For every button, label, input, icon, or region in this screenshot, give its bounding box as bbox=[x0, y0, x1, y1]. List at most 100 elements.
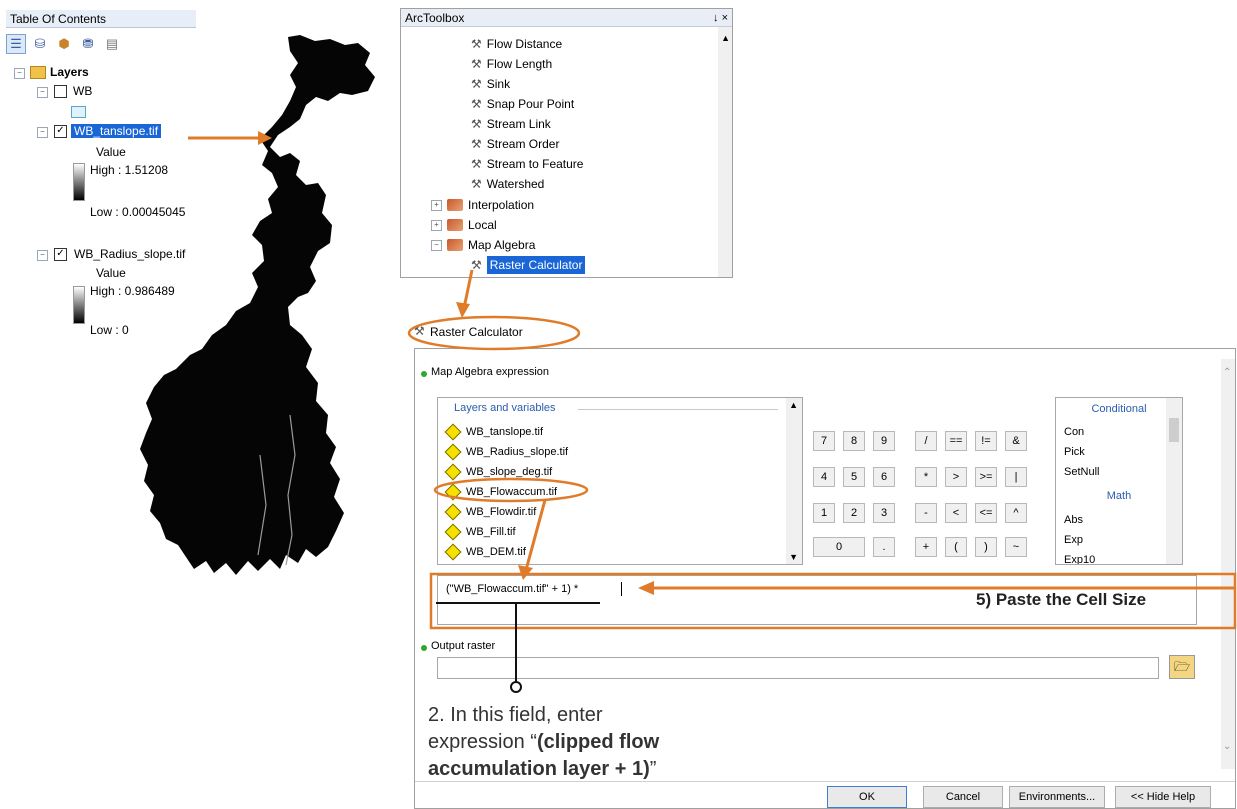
scroll-up-icon[interactable]: ▲ bbox=[721, 33, 730, 43]
key-plus[interactable]: + bbox=[915, 537, 937, 557]
pin-close-icon[interactable]: ↓ × bbox=[713, 9, 728, 27]
scroll-up-icon[interactable]: ▲ bbox=[789, 400, 798, 410]
output-raster-input[interactable] bbox=[437, 657, 1159, 679]
key-not[interactable]: ~ bbox=[1005, 537, 1027, 557]
tool-stream-order[interactable]: ⚒ Stream Order bbox=[471, 135, 559, 153]
raster-layer-icon bbox=[444, 423, 462, 441]
tanslope-color-ramp bbox=[73, 163, 85, 201]
function-item[interactable]: Abs bbox=[1064, 510, 1083, 530]
tool-stream-to-feature[interactable]: ⚒ Stream to Feature bbox=[471, 155, 583, 173]
expression-text: ("WB_Flowaccum.tif" + 1) * bbox=[446, 583, 579, 595]
layer-tanslope-checkbox[interactable]: ✓ bbox=[54, 125, 67, 138]
tool-flow-distance[interactable]: ⚒ Flow Distance bbox=[471, 35, 562, 53]
tool-flow-length[interactable]: ⚒ Flow Length bbox=[471, 55, 552, 73]
tanslope-legend-title: Value bbox=[96, 145, 126, 159]
key-decimal[interactable]: . bbox=[873, 537, 895, 557]
cancel-button[interactable]: Cancel bbox=[923, 786, 1003, 808]
layer-wb-expander-icon[interactable]: − bbox=[37, 87, 48, 98]
layers-and-variables-list[interactable]: Layers and variables WB_tanslope.tif WB_… bbox=[437, 397, 803, 565]
hide-help-button[interactable]: << Hide Help bbox=[1115, 786, 1211, 808]
toolset-map-algebra[interactable]: − Map Algebra bbox=[431, 236, 535, 254]
tool-sink[interactable]: ⚒ Sink bbox=[471, 75, 510, 93]
key-close-paren[interactable]: ) bbox=[975, 537, 997, 557]
options-icon[interactable]: ▤ bbox=[102, 34, 122, 54]
minus-expander-icon[interactable]: − bbox=[431, 239, 442, 251]
scroll-down-icon[interactable]: ▼ bbox=[789, 552, 798, 562]
key-open-paren[interactable]: ( bbox=[945, 537, 967, 557]
arctoolbox-window: ArcToolbox ↓ × ▲ ⚒ Flow Distance ⚒ Flow Le… bbox=[400, 8, 733, 278]
key-0[interactable]: 0 bbox=[813, 537, 865, 557]
key-and[interactable]: & bbox=[1005, 431, 1027, 451]
required-dot-icon bbox=[421, 645, 427, 651]
key-4[interactable]: 4 bbox=[813, 467, 835, 487]
key-minus[interactable]: - bbox=[915, 503, 937, 523]
list-by-selection-icon[interactable]: ⛃ bbox=[78, 34, 98, 54]
radius-color-ramp bbox=[73, 286, 85, 324]
toolset-icon bbox=[447, 239, 463, 251]
dialog-scrollbar[interactable] bbox=[1221, 359, 1235, 769]
plus-expander-icon[interactable]: + bbox=[431, 199, 442, 211]
key-9[interactable]: 9 bbox=[873, 431, 895, 451]
layer-radius-expander-icon[interactable]: − bbox=[37, 250, 48, 261]
scroll-down-icon[interactable]: ⌄ bbox=[1223, 741, 1231, 752]
radius-low-value: Low : 0 bbox=[90, 323, 129, 337]
key-3[interactable]: 3 bbox=[873, 503, 895, 523]
key-multiply[interactable]: * bbox=[915, 467, 937, 487]
list-item[interactable]: WB_DEM.tif bbox=[444, 542, 526, 562]
arctoolbox-title: ArcToolbox bbox=[405, 11, 465, 25]
function-list[interactable]: Conditional Con Pick SetNull Math Abs Ex… bbox=[1055, 397, 1183, 565]
raster-layer-icon bbox=[444, 523, 462, 541]
key-2[interactable]: 2 bbox=[843, 503, 865, 523]
list-item[interactable]: WB_Fill.tif bbox=[444, 522, 516, 542]
list-by-drawing-order-icon[interactable]: ☰ bbox=[6, 34, 26, 54]
key-6[interactable]: 6 bbox=[873, 467, 895, 487]
environments-button[interactable]: Environments... bbox=[1009, 786, 1105, 808]
list-by-visibility-icon[interactable]: ⬢ bbox=[54, 34, 74, 54]
key-divide[interactable]: / bbox=[915, 431, 937, 451]
toolset-interpolation[interactable]: + Interpolation bbox=[431, 196, 534, 214]
required-dot-icon bbox=[421, 371, 427, 377]
function-item[interactable]: Exp10 bbox=[1064, 550, 1095, 564]
key-7[interactable]: 7 bbox=[813, 431, 835, 451]
toolset-local[interactable]: + Local bbox=[431, 216, 497, 234]
list-item[interactable]: WB_Flowdir.tif bbox=[444, 502, 536, 522]
tool-watershed[interactable]: ⚒ Watershed bbox=[471, 175, 544, 193]
function-item[interactable]: SetNull bbox=[1064, 462, 1099, 482]
scroll-up-icon[interactable]: ⌃ bbox=[1223, 367, 1231, 378]
list-item[interactable]: WB_Flowaccum.tif bbox=[444, 482, 557, 502]
tool-stream-link[interactable]: ⚒ Stream Link bbox=[471, 115, 551, 133]
key-5[interactable]: 5 bbox=[843, 467, 865, 487]
key-less-equal[interactable]: <= bbox=[975, 503, 997, 523]
tool-snap-pour-point[interactable]: ⚒ Snap Pour Point bbox=[471, 95, 574, 113]
key-xor[interactable]: ^ bbox=[1005, 503, 1027, 523]
list-item[interactable]: WB_slope_deg.tif bbox=[444, 462, 552, 482]
key-or[interactable]: | bbox=[1005, 467, 1027, 487]
key-greater-equal[interactable]: >= bbox=[975, 467, 997, 487]
key-greater[interactable]: > bbox=[945, 467, 967, 487]
plus-expander-icon[interactable]: + bbox=[431, 219, 442, 231]
key-not-equal[interactable]: != bbox=[975, 431, 997, 451]
browse-folder-icon[interactable]: 🗁 bbox=[1169, 655, 1195, 679]
tool-raster-calculator[interactable]: ⚒ Raster Calculator bbox=[471, 256, 586, 274]
layer-wb-checkbox[interactable] bbox=[54, 85, 67, 98]
ok-button[interactable]: OK bbox=[827, 786, 907, 808]
function-item[interactable]: Exp bbox=[1064, 530, 1083, 550]
raster-calculator-title-area: ⚒ Raster Calculator bbox=[410, 318, 580, 346]
layers-list-scrollbar[interactable] bbox=[786, 398, 802, 564]
operator-keypad: 7 8 9 / == != & 4 5 6 * > >= | 1 2 3 - <… bbox=[813, 431, 1053, 567]
key-equal[interactable]: == bbox=[945, 431, 967, 451]
layer-tanslope-expander-icon[interactable]: − bbox=[37, 127, 48, 138]
key-8[interactable]: 8 bbox=[843, 431, 865, 451]
layers-expander-icon[interactable]: − bbox=[14, 68, 25, 79]
function-item[interactable]: Con bbox=[1064, 422, 1084, 442]
key-less[interactable]: < bbox=[945, 503, 967, 523]
list-by-source-icon[interactable]: ⛁ bbox=[30, 34, 50, 54]
layer-radius-checkbox[interactable]: ✓ bbox=[54, 248, 67, 261]
list-item[interactable]: WB_tanslope.tif bbox=[444, 422, 543, 442]
scroll-thumb[interactable] bbox=[1169, 418, 1179, 442]
radius-legend-title: Value bbox=[96, 266, 126, 280]
key-1[interactable]: 1 bbox=[813, 503, 835, 523]
arctoolbox-scrollbar[interactable] bbox=[718, 27, 732, 277]
list-item[interactable]: WB_Radius_slope.tif bbox=[444, 442, 568, 462]
function-item[interactable]: Pick bbox=[1064, 442, 1085, 462]
